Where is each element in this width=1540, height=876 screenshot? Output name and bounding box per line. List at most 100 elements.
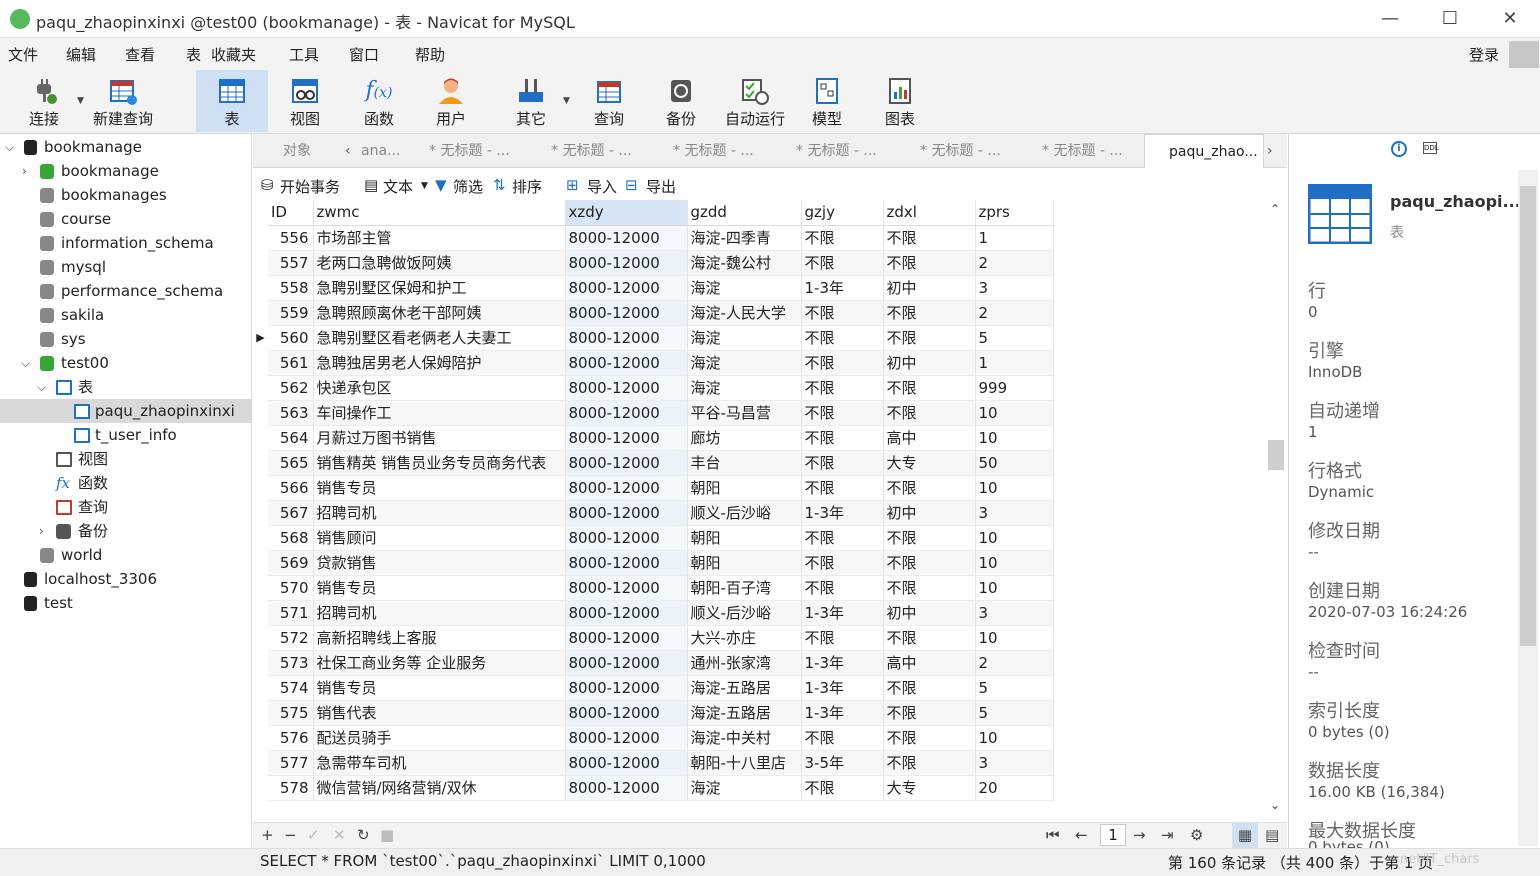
table-cell-gzjy[interactable]: 不限 bbox=[801, 300, 884, 326]
backup-button[interactable]: 备份 bbox=[650, 70, 712, 132]
table-cell-gzjy[interactable]: 不限 bbox=[801, 550, 884, 576]
table-cell-zdxl[interactable]: 不限 bbox=[883, 675, 976, 701]
table-cell-zdxl[interactable]: 不限 bbox=[883, 725, 976, 751]
table-cell-xzdy[interactable]: 8000-12000 bbox=[565, 575, 688, 601]
table-cell-xzdy[interactable]: 8000-12000 bbox=[565, 600, 688, 626]
table-cell-gzjy[interactable]: 不限 bbox=[801, 525, 884, 551]
chevron-down-icon[interactable]: ⌵ bbox=[21, 351, 30, 375]
table-cell-zwmc[interactable]: 急聘独居男老人保姆陪护 bbox=[313, 350, 566, 376]
table-cell-xzdy[interactable]: 8000-12000 bbox=[565, 625, 688, 651]
table-cell-zdxl[interactable]: 不限 bbox=[883, 325, 976, 351]
query-button[interactable]: 查询 bbox=[578, 70, 640, 132]
view-button[interactable]: 视图 bbox=[274, 70, 336, 132]
minimize-button[interactable]: — bbox=[1370, 6, 1410, 32]
table-cell-gzjy[interactable]: 3-5年 bbox=[801, 750, 884, 776]
table-row[interactable]: 573 社保工商业务等 企业服务 8000-12000 通州-张家湾 1-3年 高中 2 bbox=[268, 650, 1054, 676]
menu-window[interactable]: 窗口 bbox=[349, 44, 379, 65]
table-cell-id[interactable]: 567 bbox=[268, 500, 314, 526]
table-cell-gzjy[interactable]: 1-3年 bbox=[801, 675, 884, 701]
form-view-icon[interactable]: ▤ bbox=[1265, 826, 1279, 844]
table-cell-xzdy[interactable]: 8000-12000 bbox=[565, 325, 688, 351]
chevron-right-icon[interactable]: › bbox=[1267, 134, 1283, 168]
table-cell-id[interactable]: 558 bbox=[268, 275, 314, 301]
table-cell-zwmc[interactable]: 招聘司机 bbox=[313, 600, 566, 626]
tree-db-sys[interactable]: sys bbox=[0, 327, 251, 351]
sort-button[interactable]: 排序 bbox=[512, 176, 542, 197]
table-cell-xzdy[interactable]: 8000-12000 bbox=[565, 400, 688, 426]
scroll-up-icon[interactable]: ⌃ bbox=[1270, 202, 1280, 216]
table-cell-gzjy[interactable]: 不限 bbox=[801, 325, 884, 351]
table-cell-zprs[interactable]: 3 bbox=[975, 750, 1054, 776]
connection-button[interactable]: 连接 bbox=[14, 70, 74, 132]
table-row[interactable]: 559 急聘照顾离休老干部阿姨 8000-12000 海淀-人民大学 不限 不限 2 bbox=[268, 300, 1054, 326]
column-header-xzdy[interactable]: xzdy bbox=[565, 200, 688, 226]
table-cell-zprs[interactable]: 5 bbox=[975, 325, 1054, 351]
table-cell-zprs[interactable]: 20 bbox=[975, 775, 1054, 801]
info-panel-scroll-thumb[interactable] bbox=[1520, 186, 1536, 646]
column-header-zdxl[interactable]: zdxl bbox=[883, 200, 976, 226]
text-button[interactable]: 文本 bbox=[383, 176, 413, 197]
table-cell-gzjy[interactable]: 不限 bbox=[801, 425, 884, 451]
table-cell-zwmc[interactable]: 销售专员 bbox=[313, 575, 566, 601]
tab-untitled-4[interactable]: * 无标题 - ... bbox=[776, 134, 892, 168]
table-cell-zdxl[interactable]: 初中 bbox=[883, 500, 976, 526]
table-cell-zprs[interactable]: 10 bbox=[975, 725, 1054, 751]
table-cell-gzdd[interactable]: 海淀 bbox=[687, 375, 802, 401]
table-button[interactable]: 表 bbox=[196, 70, 268, 132]
tab-untitled-1[interactable]: * 无标题 - ... bbox=[409, 134, 525, 168]
table-cell-zwmc[interactable]: 快递承包区 bbox=[313, 375, 566, 401]
table-cell-zdxl[interactable]: 不限 bbox=[883, 700, 976, 726]
grid-view-icon[interactable]: ▦ bbox=[1232, 823, 1258, 848]
table-cell-zwmc[interactable]: 急聘照顾离休老干部阿姨 bbox=[313, 300, 566, 326]
tree-folder-tables[interactable]: ⌵ 表 bbox=[0, 375, 251, 399]
table-cell-xzdy[interactable]: 8000-12000 bbox=[565, 350, 688, 376]
table-row[interactable]: 556 市场部主管 8000-12000 海淀-四季青 不限 不限 1 bbox=[268, 225, 1054, 251]
table-cell-gzdd[interactable]: 朝阳 bbox=[687, 550, 802, 576]
tree-conn-bookmanage[interactable]: ⌵ bookmanage bbox=[0, 135, 251, 159]
table-cell-gzdd[interactable]: 海淀 bbox=[687, 325, 802, 351]
table-cell-id[interactable]: 569 bbox=[268, 550, 314, 576]
page-number-input[interactable]: 1 bbox=[1100, 824, 1126, 846]
table-cell-zdxl[interactable]: 大专 bbox=[883, 775, 976, 801]
table-cell-xzdy[interactable]: 8000-12000 bbox=[565, 775, 688, 801]
table-cell-xzdy[interactable]: 8000-12000 bbox=[565, 250, 688, 276]
settings-gear-icon[interactable]: ⚙ bbox=[1190, 826, 1203, 844]
table-cell-zdxl[interactable]: 不限 bbox=[883, 550, 976, 576]
ddl-icon[interactable]: DDL bbox=[1423, 142, 1439, 154]
chevron-right-icon[interactable]: › bbox=[39, 519, 44, 543]
column-header-zprs[interactable]: zprs bbox=[975, 200, 1054, 226]
tab-ana[interactable]: ana... bbox=[361, 134, 409, 168]
chevron-left-icon[interactable]: ‹ bbox=[345, 134, 359, 168]
table-cell-zwmc[interactable]: 销售精英 销售员业务专员商务代表 bbox=[313, 450, 566, 476]
table-cell-id[interactable]: 563 bbox=[268, 400, 314, 426]
table-cell-zwmc[interactable]: 车间操作工 bbox=[313, 400, 566, 426]
table-cell-gzdd[interactable]: 顺义-后沙峪 bbox=[687, 600, 802, 626]
table-cell-gzdd[interactable]: 顺义-后沙峪 bbox=[687, 500, 802, 526]
table-cell-id[interactable]: 559 bbox=[268, 300, 314, 326]
menu-table[interactable]: 表 bbox=[186, 44, 201, 65]
table-cell-gzdd[interactable]: 大兴-亦庄 bbox=[687, 625, 802, 651]
first-page-icon[interactable]: ⏮ bbox=[1046, 826, 1060, 844]
tree-table-t-user-info[interactable]: t_user_info bbox=[0, 423, 251, 447]
table-cell-gzdd[interactable]: 海淀 bbox=[687, 775, 802, 801]
table-cell-xzdy[interactable]: 8000-12000 bbox=[565, 700, 688, 726]
table-cell-zwmc[interactable]: 销售专员 bbox=[313, 475, 566, 501]
tab-untitled-5[interactable]: * 无标题 - ... bbox=[900, 134, 1016, 168]
table-cell-zwmc[interactable]: 急聘别墅区看老俩老人夫妻工 bbox=[313, 325, 566, 351]
table-cell-xzdy[interactable]: 8000-12000 bbox=[565, 425, 688, 451]
table-cell-id[interactable]: 576 bbox=[268, 725, 314, 751]
table-row[interactable]: 560 急聘别墅区看老俩老人夫妻工 8000-12000 海淀 不限 不限 5 bbox=[268, 325, 1054, 351]
table-row[interactable]: 574 销售专员 8000-12000 海淀-五路居 1-3年 不限 5 bbox=[268, 675, 1054, 701]
menu-favorites[interactable]: 收藏夹 bbox=[211, 44, 256, 65]
table-cell-gzjy[interactable]: 1-3年 bbox=[801, 600, 884, 626]
table-cell-id[interactable]: 561 bbox=[268, 350, 314, 376]
table-cell-zprs[interactable]: 2 bbox=[975, 650, 1054, 676]
table-cell-id[interactable]: 573 bbox=[268, 650, 314, 676]
table-cell-zwmc[interactable]: 销售顾问 bbox=[313, 525, 566, 551]
info-icon[interactable]: i bbox=[1391, 141, 1407, 157]
chevron-right-icon[interactable]: › bbox=[22, 159, 27, 183]
table-cell-gzdd[interactable]: 朝阳-百子湾 bbox=[687, 575, 802, 601]
new-query-button[interactable]: 新建查询 bbox=[88, 70, 158, 132]
scroll-down-icon[interactable]: ⌄ bbox=[1270, 798, 1280, 812]
table-row[interactable]: 568 销售顾问 8000-12000 朝阳 不限 不限 10 bbox=[268, 525, 1054, 551]
